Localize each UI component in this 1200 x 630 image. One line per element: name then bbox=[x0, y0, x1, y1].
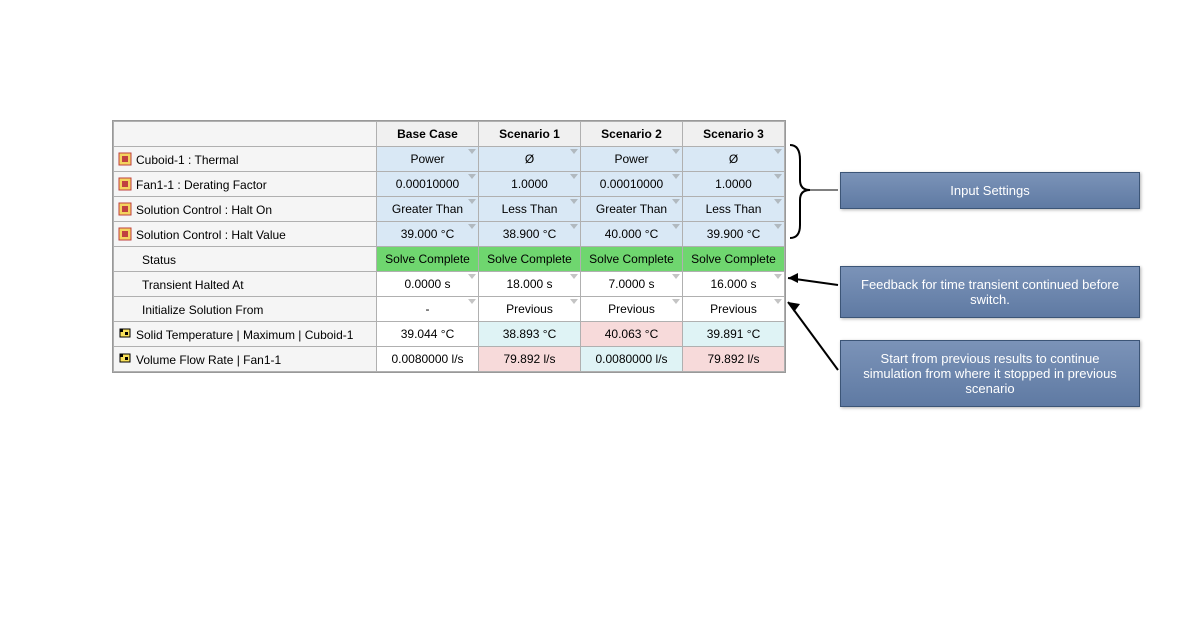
row-label-cuboid-thermal: Cuboid-1 : Thermal bbox=[114, 147, 377, 172]
dropdown-icon bbox=[570, 274, 578, 279]
property-icon bbox=[118, 152, 132, 166]
cell[interactable]: 0.00010000 bbox=[377, 172, 479, 197]
dropdown-icon bbox=[468, 274, 476, 279]
cell-status: Solve Complete bbox=[683, 247, 785, 272]
dropdown-icon bbox=[774, 274, 782, 279]
table-row: Solution Control : Halt On Greater Than … bbox=[114, 197, 785, 222]
row-label-vfr: Volume Flow Rate | Fan1-1 bbox=[114, 347, 377, 372]
cell[interactable]: Previous bbox=[683, 297, 785, 322]
table-row: Initialize Solution From - Previous Prev… bbox=[114, 297, 785, 322]
dropdown-icon bbox=[468, 174, 476, 179]
dropdown-icon bbox=[672, 174, 680, 179]
dropdown-icon bbox=[774, 299, 782, 304]
cell: 40.063 °C bbox=[581, 322, 683, 347]
dropdown-icon bbox=[774, 174, 782, 179]
cell-status: Solve Complete bbox=[581, 247, 683, 272]
row-label-halt-on: Solution Control : Halt On bbox=[114, 197, 377, 222]
cell[interactable]: 1.0000 bbox=[683, 172, 785, 197]
col-base-case[interactable]: Base Case bbox=[377, 122, 479, 147]
dropdown-icon bbox=[774, 199, 782, 204]
col-scenario-3[interactable]: Scenario 3 bbox=[683, 122, 785, 147]
cell[interactable]: 1.0000 bbox=[479, 172, 581, 197]
cell[interactable]: Previous bbox=[581, 297, 683, 322]
dropdown-icon bbox=[774, 149, 782, 154]
row-label-halted-at: Transient Halted At bbox=[114, 272, 377, 297]
cell[interactable]: Greater Than bbox=[377, 197, 479, 222]
flag-icon bbox=[118, 327, 132, 341]
cell[interactable]: Greater Than bbox=[581, 197, 683, 222]
cell[interactable]: Less Than bbox=[683, 197, 785, 222]
dropdown-icon bbox=[774, 224, 782, 229]
col-scenario-1[interactable]: Scenario 1 bbox=[479, 122, 581, 147]
dropdown-icon bbox=[672, 149, 680, 154]
dropdown-icon bbox=[570, 299, 578, 304]
cell: 79.892 l/s bbox=[479, 347, 581, 372]
cell[interactable]: Power bbox=[581, 147, 683, 172]
dropdown-icon bbox=[570, 224, 578, 229]
flag-icon bbox=[118, 352, 132, 366]
property-icon bbox=[118, 202, 132, 216]
corner-cell bbox=[114, 122, 377, 147]
cell[interactable]: 39.900 °C bbox=[683, 222, 785, 247]
dropdown-icon bbox=[672, 274, 680, 279]
table-row: Solid Temperature | Maximum | Cuboid-1 3… bbox=[114, 322, 785, 347]
scenario-table: Base Case Scenario 1 Scenario 2 Scenario… bbox=[112, 120, 786, 373]
dropdown-icon bbox=[570, 199, 578, 204]
table-row: Solution Control : Halt Value 39.000 °C … bbox=[114, 222, 785, 247]
cell[interactable]: Previous bbox=[479, 297, 581, 322]
row-label-solid-temp: Solid Temperature | Maximum | Cuboid-1 bbox=[114, 322, 377, 347]
dropdown-icon bbox=[468, 224, 476, 229]
row-label-halt-value: Solution Control : Halt Value bbox=[114, 222, 377, 247]
property-icon bbox=[118, 177, 132, 191]
callout-input-settings: Input Settings bbox=[840, 172, 1140, 209]
results-table: Base Case Scenario 1 Scenario 2 Scenario… bbox=[113, 121, 785, 372]
cell: 79.892 l/s bbox=[683, 347, 785, 372]
property-icon bbox=[118, 227, 132, 241]
row-label-status: Status bbox=[114, 247, 377, 272]
cell[interactable]: Power bbox=[377, 147, 479, 172]
table-row: Fan1-1 : Derating Factor 0.00010000 1.00… bbox=[114, 172, 785, 197]
table-row: Cuboid-1 : Thermal Power Ø Power Ø bbox=[114, 147, 785, 172]
dropdown-icon bbox=[672, 199, 680, 204]
cell: 16.000 s bbox=[683, 272, 785, 297]
cell[interactable]: Less Than bbox=[479, 197, 581, 222]
cell: 0.0000 s bbox=[377, 272, 479, 297]
cell[interactable]: - bbox=[377, 297, 479, 322]
dropdown-icon bbox=[468, 149, 476, 154]
callout-feedback: Feedback for time transient continued be… bbox=[840, 266, 1140, 318]
cell[interactable]: 38.900 °C bbox=[479, 222, 581, 247]
cell[interactable]: 40.000 °C bbox=[581, 222, 683, 247]
col-scenario-2[interactable]: Scenario 2 bbox=[581, 122, 683, 147]
cell: 38.893 °C bbox=[479, 322, 581, 347]
cell-status: Solve Complete bbox=[479, 247, 581, 272]
dropdown-icon bbox=[672, 224, 680, 229]
cell: 18.000 s bbox=[479, 272, 581, 297]
cell: 0.0080000 l/s bbox=[377, 347, 479, 372]
dropdown-icon bbox=[468, 199, 476, 204]
cell: 39.044 °C bbox=[377, 322, 479, 347]
cell: 7.0000 s bbox=[581, 272, 683, 297]
cell[interactable]: Ø bbox=[683, 147, 785, 172]
cell-status: Solve Complete bbox=[377, 247, 479, 272]
dropdown-icon bbox=[570, 149, 578, 154]
table-row: Transient Halted At 0.0000 s 18.000 s 7.… bbox=[114, 272, 785, 297]
cell[interactable]: Ø bbox=[479, 147, 581, 172]
dropdown-icon bbox=[570, 174, 578, 179]
dropdown-icon bbox=[468, 299, 476, 304]
cell[interactable]: 0.00010000 bbox=[581, 172, 683, 197]
callout-start-previous: Start from previous results to continue … bbox=[840, 340, 1140, 407]
row-label-fan-derating: Fan1-1 : Derating Factor bbox=[114, 172, 377, 197]
table-row: Status Solve Complete Solve Complete Sol… bbox=[114, 247, 785, 272]
row-label-init-from: Initialize Solution From bbox=[114, 297, 377, 322]
cell: 39.891 °C bbox=[683, 322, 785, 347]
cell: 0.0080000 l/s bbox=[581, 347, 683, 372]
cell[interactable]: 39.000 °C bbox=[377, 222, 479, 247]
table-row: Volume Flow Rate | Fan1-1 0.0080000 l/s … bbox=[114, 347, 785, 372]
dropdown-icon bbox=[672, 299, 680, 304]
